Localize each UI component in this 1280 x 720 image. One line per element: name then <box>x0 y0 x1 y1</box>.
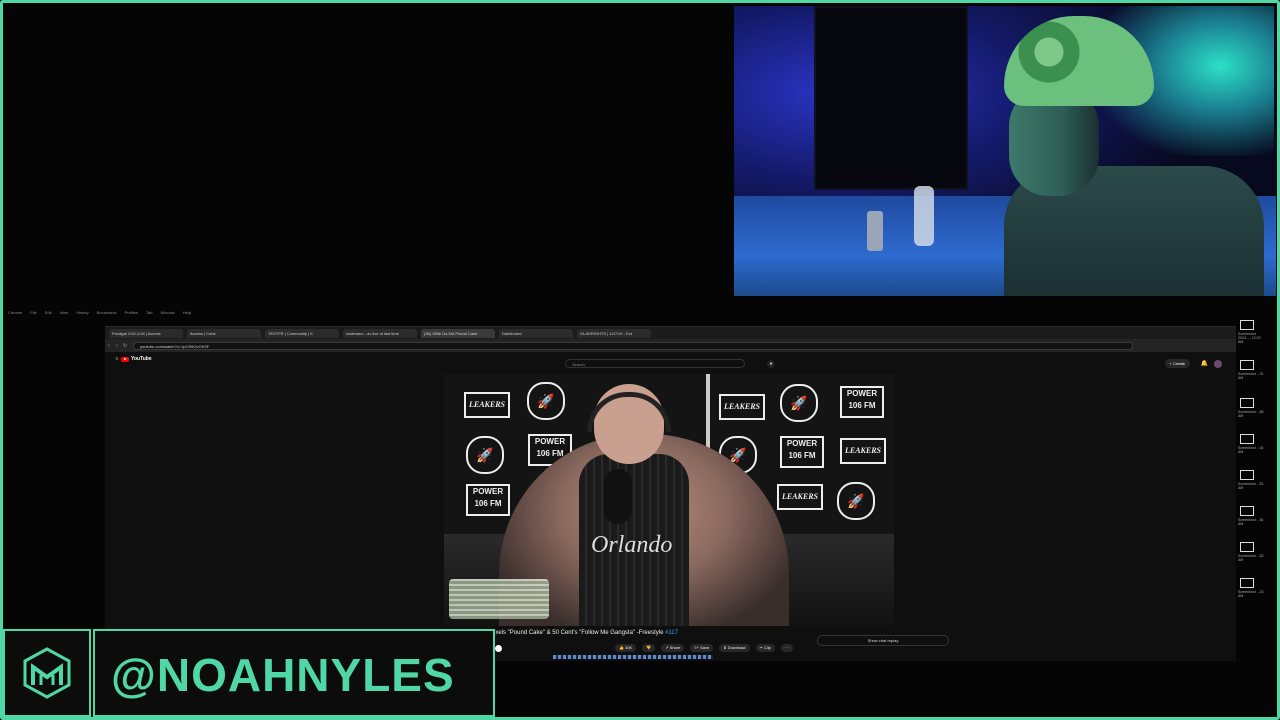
os-menu-item[interactable]: Window <box>160 310 174 315</box>
file-label[interactable]: Screenshot ...56 AM <box>1238 410 1264 418</box>
os-menu-item[interactable]: File <box>30 310 36 315</box>
avatar[interactable] <box>1214 360 1222 368</box>
leakers-logo: LEAKERS <box>840 438 886 464</box>
can <box>867 211 883 251</box>
browser-tab[interactable]: Prodigal 1/10-1/16 | Access <box>109 328 183 338</box>
like-button[interactable]: 👍 30K <box>615 644 637 652</box>
browser-tab-active[interactable]: (36) Gillie Da Kid Pound Cake <box>421 328 495 338</box>
leakers-logo: LEAKERS <box>464 392 510 418</box>
bell-icon[interactable]: 🔔 <box>1201 360 1208 367</box>
os-menu-item[interactable]: History <box>76 310 88 315</box>
youtube-logo-text: YouTube <box>131 356 152 362</box>
microphone <box>604 469 632 524</box>
os-menu-item[interactable]: Bookmarks <box>97 310 117 315</box>
browser-tab[interactable]: codenano - av live of last time <box>343 328 417 338</box>
play-icon[interactable] <box>495 645 502 652</box>
file-label[interactable]: Screenshot ...01 AM <box>1238 372 1264 380</box>
power-logo: POWER 106 FM <box>466 484 510 516</box>
browser-tab[interactable]: GLADRIGHTS | 12/7/19 - Ext <box>577 328 651 338</box>
os-menu-item[interactable]: View <box>60 310 69 315</box>
file-thumbnail[interactable] <box>1240 320 1254 330</box>
os-menu-item[interactable]: Edit <box>45 310 52 315</box>
file-label[interactable]: Screenshot ...51 AM <box>1238 482 1264 490</box>
file-thumbnail[interactable] <box>1240 434 1254 444</box>
dock-icons <box>553 655 713 659</box>
file-thumbnail[interactable] <box>1240 470 1254 480</box>
file-label[interactable]: Screenshot 2024-..., 12:33 AM <box>1238 332 1264 344</box>
clip-button[interactable]: ✂ Clip <box>755 644 775 652</box>
mic-icon[interactable]: ● <box>767 360 775 368</box>
browser-tab[interactable]: Dashboard <box>499 328 573 338</box>
os-menu-item[interactable]: Help <box>183 310 191 315</box>
file-thumbnail[interactable] <box>1240 398 1254 408</box>
tab-strip: Prodigal 1/10-1/16 | Access Access | Coh… <box>105 327 1236 339</box>
desktop-files-panel: Screenshot 2024-..., 12:33 AM Screenshot… <box>1236 320 1280 640</box>
download-button[interactable]: ⬇ Download <box>719 644 750 652</box>
browser-tab[interactable]: TEXTFR | Community | K <box>265 328 339 338</box>
os-menu-bar: Chrome File Edit View History Bookmarks … <box>0 307 1244 318</box>
beanie <box>1004 16 1154 106</box>
file-thumbnail[interactable] <box>1240 542 1254 552</box>
dislike-button[interactable]: 👎 <box>642 644 656 652</box>
back-icon[interactable]: ‹ <box>105 343 113 349</box>
video-actions: 👍 30K 👎 ↗ Share ≡+ Save ⬇ Download ✂ Cli… <box>615 644 793 652</box>
os-menu-item[interactable]: Tab <box>146 310 152 315</box>
rocket-icon: 🚀 <box>466 436 504 474</box>
leakers-logo: LEAKERS <box>777 484 823 510</box>
browser-tab[interactable]: Access | Cohe <box>187 328 261 338</box>
search-input[interactable]: Search <box>565 359 745 368</box>
address-row: ‹ › ↻ youtube.com/watch?v=1pOS6OvOK3F <box>105 339 1236 352</box>
jersey: Orlando <box>579 454 689 626</box>
reload-icon[interactable]: ↻ <box>121 343 129 349</box>
youtube-play-icon <box>121 356 129 362</box>
video-title: ixels "Pound Cake" & 50 Cent's "Follow M… <box>494 630 678 636</box>
url-field[interactable]: youtube.com/watch?v=1pOS6OvOK3F <box>133 341 1133 350</box>
leakers-logo: LEAKERS <box>719 394 765 420</box>
video-player[interactable]: LEAKERS 🚀 🚀 POWER 106 FM POWER 106 FM LE… <box>444 374 894 626</box>
bottle <box>914 186 934 246</box>
video-title-tag[interactable]: #117 <box>665 630 678 636</box>
file-label[interactable]: Screenshot ...04 AM <box>1238 446 1264 454</box>
nm-logo-icon <box>23 647 71 699</box>
rocket-icon: 🚀 <box>780 384 818 422</box>
show-chat-replay-button[interactable]: Show chat replay <box>817 635 949 646</box>
forward-icon[interactable]: › <box>113 343 121 349</box>
rocket-icon: 🚀 <box>837 482 875 520</box>
rocket-icon: 🚀 <box>527 382 565 420</box>
menu-icon[interactable]: ≡ <box>113 356 121 362</box>
browser-window: Prodigal 1/10-1/16 | Access Access | Coh… <box>105 326 1236 661</box>
os-menu-item[interactable]: Profiles <box>125 310 138 315</box>
file-thumbnail[interactable] <box>1240 578 1254 588</box>
monitor <box>814 6 968 190</box>
save-button[interactable]: ≡+ Save <box>690 644 714 652</box>
file-label[interactable]: Screenshot ...54 AM <box>1238 518 1264 526</box>
power-logo: POWER 106 FM <box>840 386 884 418</box>
channel-logo <box>3 629 91 717</box>
youtube-logo[interactable]: YouTube <box>121 356 152 362</box>
more-button[interactable]: ··· <box>780 644 793 652</box>
jersey-text: Orlando <box>591 532 673 558</box>
share-button[interactable]: ↗ Share <box>661 644 685 652</box>
file-label[interactable]: Screenshot ...23 AM <box>1238 590 1264 598</box>
file-thumbnail[interactable] <box>1240 360 1254 370</box>
streamer-handle: @NOAHNYLES <box>93 629 495 717</box>
os-menu-item[interactable]: Chrome <box>8 310 22 315</box>
streamer <box>984 16 1264 296</box>
video-title-text: ixels "Pound Cake" & 50 Cent's "Follow M… <box>494 630 664 636</box>
file-label[interactable]: Screenshot ...52 AM <box>1238 554 1264 562</box>
create-button[interactable]: + Create <box>1164 359 1190 368</box>
create-label: Create <box>1172 361 1185 366</box>
power-logo: POWER 106 FM <box>780 436 824 468</box>
file-thumbnail[interactable] <box>1240 506 1254 516</box>
webcam-feed <box>734 6 1276 296</box>
cash-stack <box>449 579 549 619</box>
